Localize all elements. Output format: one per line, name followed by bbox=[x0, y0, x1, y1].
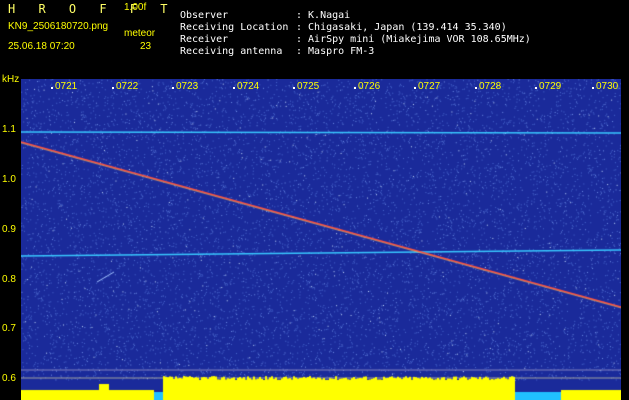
meta-row-receiver: Receiver: AirSpy mini (Miakejima VOR 108… bbox=[180, 27, 531, 45]
meteor-count: 23 bbox=[140, 41, 152, 52]
y-tick-label: 0.9 bbox=[2, 224, 16, 235]
x-tick-label: 0724 bbox=[232, 81, 260, 92]
y-axis-unit: kHz bbox=[2, 74, 20, 85]
x-tick-label: 0729 bbox=[534, 81, 562, 92]
file-name: KN9_2506180720.png bbox=[8, 21, 109, 32]
meta-key: Receiving antenna bbox=[180, 46, 283, 57]
y-tick-label: 1.0 bbox=[2, 174, 16, 185]
x-tick-label: 0727 bbox=[413, 81, 441, 92]
meta-row-observer: Observer: K.Nagai bbox=[180, 3, 531, 21]
app-version: 1.00f bbox=[124, 2, 147, 13]
x-tick-label: 0728 bbox=[474, 81, 502, 92]
x-tick-label: 0722 bbox=[111, 81, 139, 92]
y-tick-label: 0.8 bbox=[2, 274, 16, 285]
y-tick-label: 1.1 bbox=[2, 124, 16, 135]
x-tick-label: 0730 bbox=[591, 81, 619, 92]
x-tick-label: 0723 bbox=[171, 81, 199, 92]
app-title: H R O F F T bbox=[8, 2, 176, 16]
x-tick-label: 0725 bbox=[292, 81, 320, 92]
x-tick-label: 0721 bbox=[50, 81, 78, 92]
y-tick-label: 0.6 bbox=[2, 373, 16, 384]
meta-row-location: Receiving Location: Chigasaki, Japan (13… bbox=[180, 15, 531, 33]
spectrogram-display bbox=[21, 79, 621, 400]
meteor-label: meteor bbox=[124, 28, 156, 39]
meta-value: : Maspro FM-3 bbox=[296, 46, 375, 57]
observation-metadata: Observer: K.Nagai Receiving Location: Ch… bbox=[180, 3, 531, 57]
y-tick-label: 0.7 bbox=[2, 323, 16, 334]
x-tick-label: 0726 bbox=[353, 81, 381, 92]
timestamp: 25.06.18 07:20 bbox=[8, 41, 75, 52]
